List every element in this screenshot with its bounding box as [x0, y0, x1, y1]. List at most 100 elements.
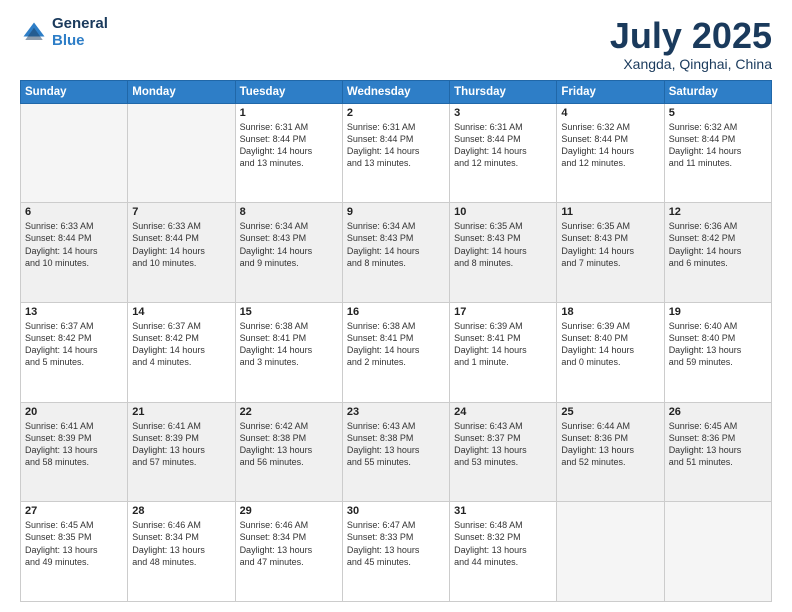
day-info: Sunrise: 6:36 AM Sunset: 8:42 PM Dayligh… [669, 220, 767, 269]
calendar-cell [557, 502, 664, 602]
calendar-week-3: 13 Sunrise: 6:37 AM Sunset: 8:42 PM Dayli… [21, 302, 772, 402]
calendar-cell: 6 Sunrise: 6:33 AM Sunset: 8:44 PM Daylig… [21, 203, 128, 303]
calendar-cell: 9 Sunrise: 6:34 AM Sunset: 8:43 PM Daylig… [342, 203, 449, 303]
day-number: 10 [454, 206, 552, 218]
day-number: 30 [347, 505, 445, 517]
day-info: Sunrise: 6:47 AM Sunset: 8:33 PM Dayligh… [347, 519, 445, 568]
day-header-monday: Monday [128, 80, 235, 103]
day-header-wednesday: Wednesday [342, 80, 449, 103]
day-number: 26 [669, 406, 767, 418]
day-info: Sunrise: 6:43 AM Sunset: 8:38 PM Dayligh… [347, 420, 445, 469]
calendar-week-4: 20Sunrise: 6:41 AM Sunset: 8:39 PM Dayli… [21, 402, 772, 502]
day-info: Sunrise: 6:32 AM Sunset: 8:44 PM Dayligh… [669, 121, 767, 170]
calendar-cell: 8 Sunrise: 6:34 AM Sunset: 8:43 PM Daylig… [235, 203, 342, 303]
title-block: July 2025 Xangda, Qinghai, China [610, 16, 772, 72]
day-number: 1 [240, 107, 338, 119]
day-info: Sunrise: 6:45 AM Sunset: 8:36 PM Dayligh… [669, 420, 767, 469]
day-info: Sunrise: 6:46 AM Sunset: 8:34 PM Dayligh… [132, 519, 230, 568]
calendar-cell: 31Sunrise: 6:48 AM Sunset: 8:32 PM Dayli… [450, 502, 557, 602]
calendar-cell: 20Sunrise: 6:41 AM Sunset: 8:39 PM Dayli… [21, 402, 128, 502]
day-header-sunday: Sunday [21, 80, 128, 103]
day-number: 29 [240, 505, 338, 517]
day-number: 7 [132, 206, 230, 218]
calendar-week-2: 6 Sunrise: 6:33 AM Sunset: 8:44 PM Daylig… [21, 203, 772, 303]
logo: General Blue [20, 16, 108, 49]
calendar-cell: 13 Sunrise: 6:37 AM Sunset: 8:42 PM Dayli… [21, 302, 128, 402]
day-info: Sunrise: 6:33 AM Sunset: 8:44 PM Dayligh… [132, 220, 230, 269]
day-info: Sunrise: 6:46 AM Sunset: 8:34 PM Dayligh… [240, 519, 338, 568]
calendar-cell: 10 Sunrise: 6:35 AM Sunset: 8:43 PM Dayli… [450, 203, 557, 303]
calendar-cell: 16Sunrise: 6:38 AM Sunset: 8:41 PM Dayli… [342, 302, 449, 402]
calendar-cell: 27 Sunrise: 6:45 AM Sunset: 8:35 PM Dayli… [21, 502, 128, 602]
day-info: Sunrise: 6:34 AM Sunset: 8:43 PM Dayligh… [347, 220, 445, 269]
day-number: 31 [454, 505, 552, 517]
day-info: Sunrise: 6:41 AM Sunset: 8:39 PM Dayligh… [25, 420, 123, 469]
calendar-cell: 23 Sunrise: 6:43 AM Sunset: 8:38 PM Dayli… [342, 402, 449, 502]
calendar-week-5: 27 Sunrise: 6:45 AM Sunset: 8:35 PM Dayli… [21, 502, 772, 602]
calendar-cell: 7 Sunrise: 6:33 AM Sunset: 8:44 PM Daylig… [128, 203, 235, 303]
day-number: 9 [347, 206, 445, 218]
day-number: 23 [347, 406, 445, 418]
day-info: Sunrise: 6:38 AM Sunset: 8:41 PM Dayligh… [240, 320, 338, 369]
day-number: 15 [240, 306, 338, 318]
day-info: Sunrise: 6:35 AM Sunset: 8:43 PM Dayligh… [561, 220, 659, 269]
day-number: 28 [132, 505, 230, 517]
day-number: 14 [132, 306, 230, 318]
day-header-tuesday: Tuesday [235, 80, 342, 103]
logo-blue: Blue [52, 33, 108, 50]
day-number: 6 [25, 206, 123, 218]
title-location: Xangda, Qinghai, China [610, 56, 772, 72]
day-info: Sunrise: 6:31 AM Sunset: 8:44 PM Dayligh… [454, 121, 552, 170]
day-number: 3 [454, 107, 552, 119]
calendar-table: SundayMondayTuesdayWednesdayThursdayFrid… [20, 80, 772, 602]
day-number: 18 [561, 306, 659, 318]
calendar-cell [664, 502, 771, 602]
calendar-cell: 5 Sunrise: 6:32 AM Sunset: 8:44 PM Daylig… [664, 103, 771, 203]
day-info: Sunrise: 6:34 AM Sunset: 8:43 PM Dayligh… [240, 220, 338, 269]
day-info: Sunrise: 6:41 AM Sunset: 8:39 PM Dayligh… [132, 420, 230, 469]
day-info: Sunrise: 6:39 AM Sunset: 8:41 PM Dayligh… [454, 320, 552, 369]
day-info: Sunrise: 6:40 AM Sunset: 8:40 PM Dayligh… [669, 320, 767, 369]
day-number: 21 [132, 406, 230, 418]
day-header-thursday: Thursday [450, 80, 557, 103]
calendar-cell: 28 Sunrise: 6:46 AM Sunset: 8:34 PM Dayli… [128, 502, 235, 602]
day-number: 16 [347, 306, 445, 318]
day-info: Sunrise: 6:45 AM Sunset: 8:35 PM Dayligh… [25, 519, 123, 568]
day-info: Sunrise: 6:42 AM Sunset: 8:38 PM Dayligh… [240, 420, 338, 469]
logo-general: General [52, 16, 108, 33]
day-number: 13 [25, 306, 123, 318]
calendar-cell: 11Sunrise: 6:35 AM Sunset: 8:43 PM Dayli… [557, 203, 664, 303]
calendar-cell: 2Sunrise: 6:31 AM Sunset: 8:44 PM Daylig… [342, 103, 449, 203]
day-info: Sunrise: 6:37 AM Sunset: 8:42 PM Dayligh… [132, 320, 230, 369]
header: General Blue July 2025 Xangda, Qinghai, … [20, 16, 772, 72]
calendar-cell: 3 Sunrise: 6:31 AM Sunset: 8:44 PM Daylig… [450, 103, 557, 203]
calendar-cell: 22 Sunrise: 6:42 AM Sunset: 8:38 PM Dayli… [235, 402, 342, 502]
calendar-cell: 24 Sunrise: 6:43 AM Sunset: 8:37 PM Dayli… [450, 402, 557, 502]
day-info: Sunrise: 6:35 AM Sunset: 8:43 PM Dayligh… [454, 220, 552, 269]
day-number: 22 [240, 406, 338, 418]
day-number: 25 [561, 406, 659, 418]
header-row: SundayMondayTuesdayWednesdayThursdayFrid… [21, 80, 772, 103]
day-number: 12 [669, 206, 767, 218]
calendar-cell: 4Sunrise: 6:32 AM Sunset: 8:44 PM Daylig… [557, 103, 664, 203]
day-info: Sunrise: 6:31 AM Sunset: 8:44 PM Dayligh… [240, 121, 338, 170]
day-number: 19 [669, 306, 767, 318]
calendar-cell [128, 103, 235, 203]
calendar-cell: 17Sunrise: 6:39 AM Sunset: 8:41 PM Dayli… [450, 302, 557, 402]
calendar-cell: 21 Sunrise: 6:41 AM Sunset: 8:39 PM Dayli… [128, 402, 235, 502]
calendar-cell: 15 Sunrise: 6:38 AM Sunset: 8:41 PM Dayli… [235, 302, 342, 402]
day-info: Sunrise: 6:32 AM Sunset: 8:44 PM Dayligh… [561, 121, 659, 170]
day-number: 5 [669, 107, 767, 119]
day-number: 8 [240, 206, 338, 218]
calendar-cell: 14 Sunrise: 6:37 AM Sunset: 8:42 PM Dayli… [128, 302, 235, 402]
calendar-cell: 18Sunrise: 6:39 AM Sunset: 8:40 PM Dayli… [557, 302, 664, 402]
day-header-saturday: Saturday [664, 80, 771, 103]
day-info: Sunrise: 6:33 AM Sunset: 8:44 PM Dayligh… [25, 220, 123, 269]
day-number: 27 [25, 505, 123, 517]
calendar-cell: 29 Sunrise: 6:46 AM Sunset: 8:34 PM Dayli… [235, 502, 342, 602]
title-month: July 2025 [610, 16, 772, 56]
day-number: 24 [454, 406, 552, 418]
day-info: Sunrise: 6:37 AM Sunset: 8:42 PM Dayligh… [25, 320, 123, 369]
calendar-cell: 19 Sunrise: 6:40 AM Sunset: 8:40 PM Dayli… [664, 302, 771, 402]
day-info: Sunrise: 6:43 AM Sunset: 8:37 PM Dayligh… [454, 420, 552, 469]
